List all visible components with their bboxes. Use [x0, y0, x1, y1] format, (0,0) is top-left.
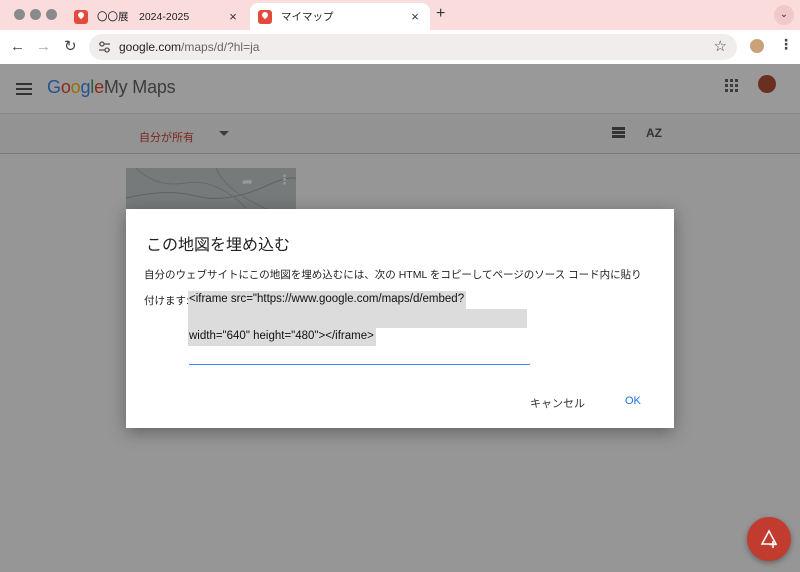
- dialog-description: 自分のウェブサイトにこの地図を埋め込むには、次の HTML をコピーしてページの…: [144, 269, 642, 281]
- maps-pin-icon: [258, 9, 272, 24]
- close-tab-icon[interactable]: ×: [408, 9, 422, 24]
- url-text: google.com/maps/d/?hl=ja: [119, 40, 259, 54]
- profile-extension-icon[interactable]: [750, 39, 764, 53]
- minimize-window-icon[interactable]: [30, 9, 41, 20]
- reload-button[interactable]: ↻: [64, 38, 77, 56]
- maps-pin-icon: [74, 9, 88, 24]
- create-map-button[interactable]: [747, 517, 791, 561]
- tab-exhibition[interactable]: 〇〇展 2024-2025 ×: [66, 3, 248, 30]
- address-bar[interactable]: google.com/maps/d/?hl=ja ☆: [89, 34, 737, 60]
- tab-title: マイマップ: [281, 11, 334, 23]
- url-path: /maps/d/?hl=ja: [181, 40, 260, 54]
- close-tab-icon[interactable]: ×: [226, 9, 240, 24]
- embed-code-field-underline: [189, 364, 530, 365]
- browser-menu-button[interactable]: ⋮: [779, 36, 793, 53]
- embed-code-selection: [188, 309, 527, 328]
- dialog-description-continued: 付けます:: [144, 295, 189, 307]
- close-window-icon[interactable]: [14, 9, 25, 20]
- embed-map-dialog: この地図を埋め込む 自分のウェブサイトにこの地図を埋め込むには、次の HTML …: [126, 209, 674, 428]
- embed-code-line-2[interactable]: width="640" height="480"></iframe>: [188, 328, 376, 346]
- maximize-window-icon[interactable]: [46, 9, 57, 20]
- embed-code-line-1[interactable]: <iframe src="https://www.google.com/maps…: [188, 291, 467, 309]
- back-button[interactable]: ←: [10, 38, 25, 56]
- new-tab-button[interactable]: +: [436, 5, 445, 23]
- cancel-button[interactable]: キャンセル: [530, 395, 585, 411]
- ok-button[interactable]: OK: [625, 395, 641, 407]
- forward-button[interactable]: →: [36, 38, 51, 56]
- url-host: google.com: [119, 40, 182, 54]
- add-map-icon: [760, 529, 778, 548]
- tab-search-button[interactable]: ⌄: [774, 5, 794, 25]
- bookmark-star-icon[interactable]: ☆: [714, 37, 727, 55]
- tab-my-maps[interactable]: マイマップ ×: [250, 3, 430, 30]
- tab-title: 〇〇展 2024-2025: [97, 11, 190, 23]
- tune-icon[interactable]: [98, 41, 111, 53]
- tab-strip: 〇〇展 2024-2025 × マイマップ × + ⌄: [0, 0, 800, 30]
- dialog-title: この地図を埋め込む: [146, 237, 291, 254]
- browser-toolbar: ← → ↻ google.com/maps/d/?hl=ja ☆ ⋮: [0, 30, 800, 64]
